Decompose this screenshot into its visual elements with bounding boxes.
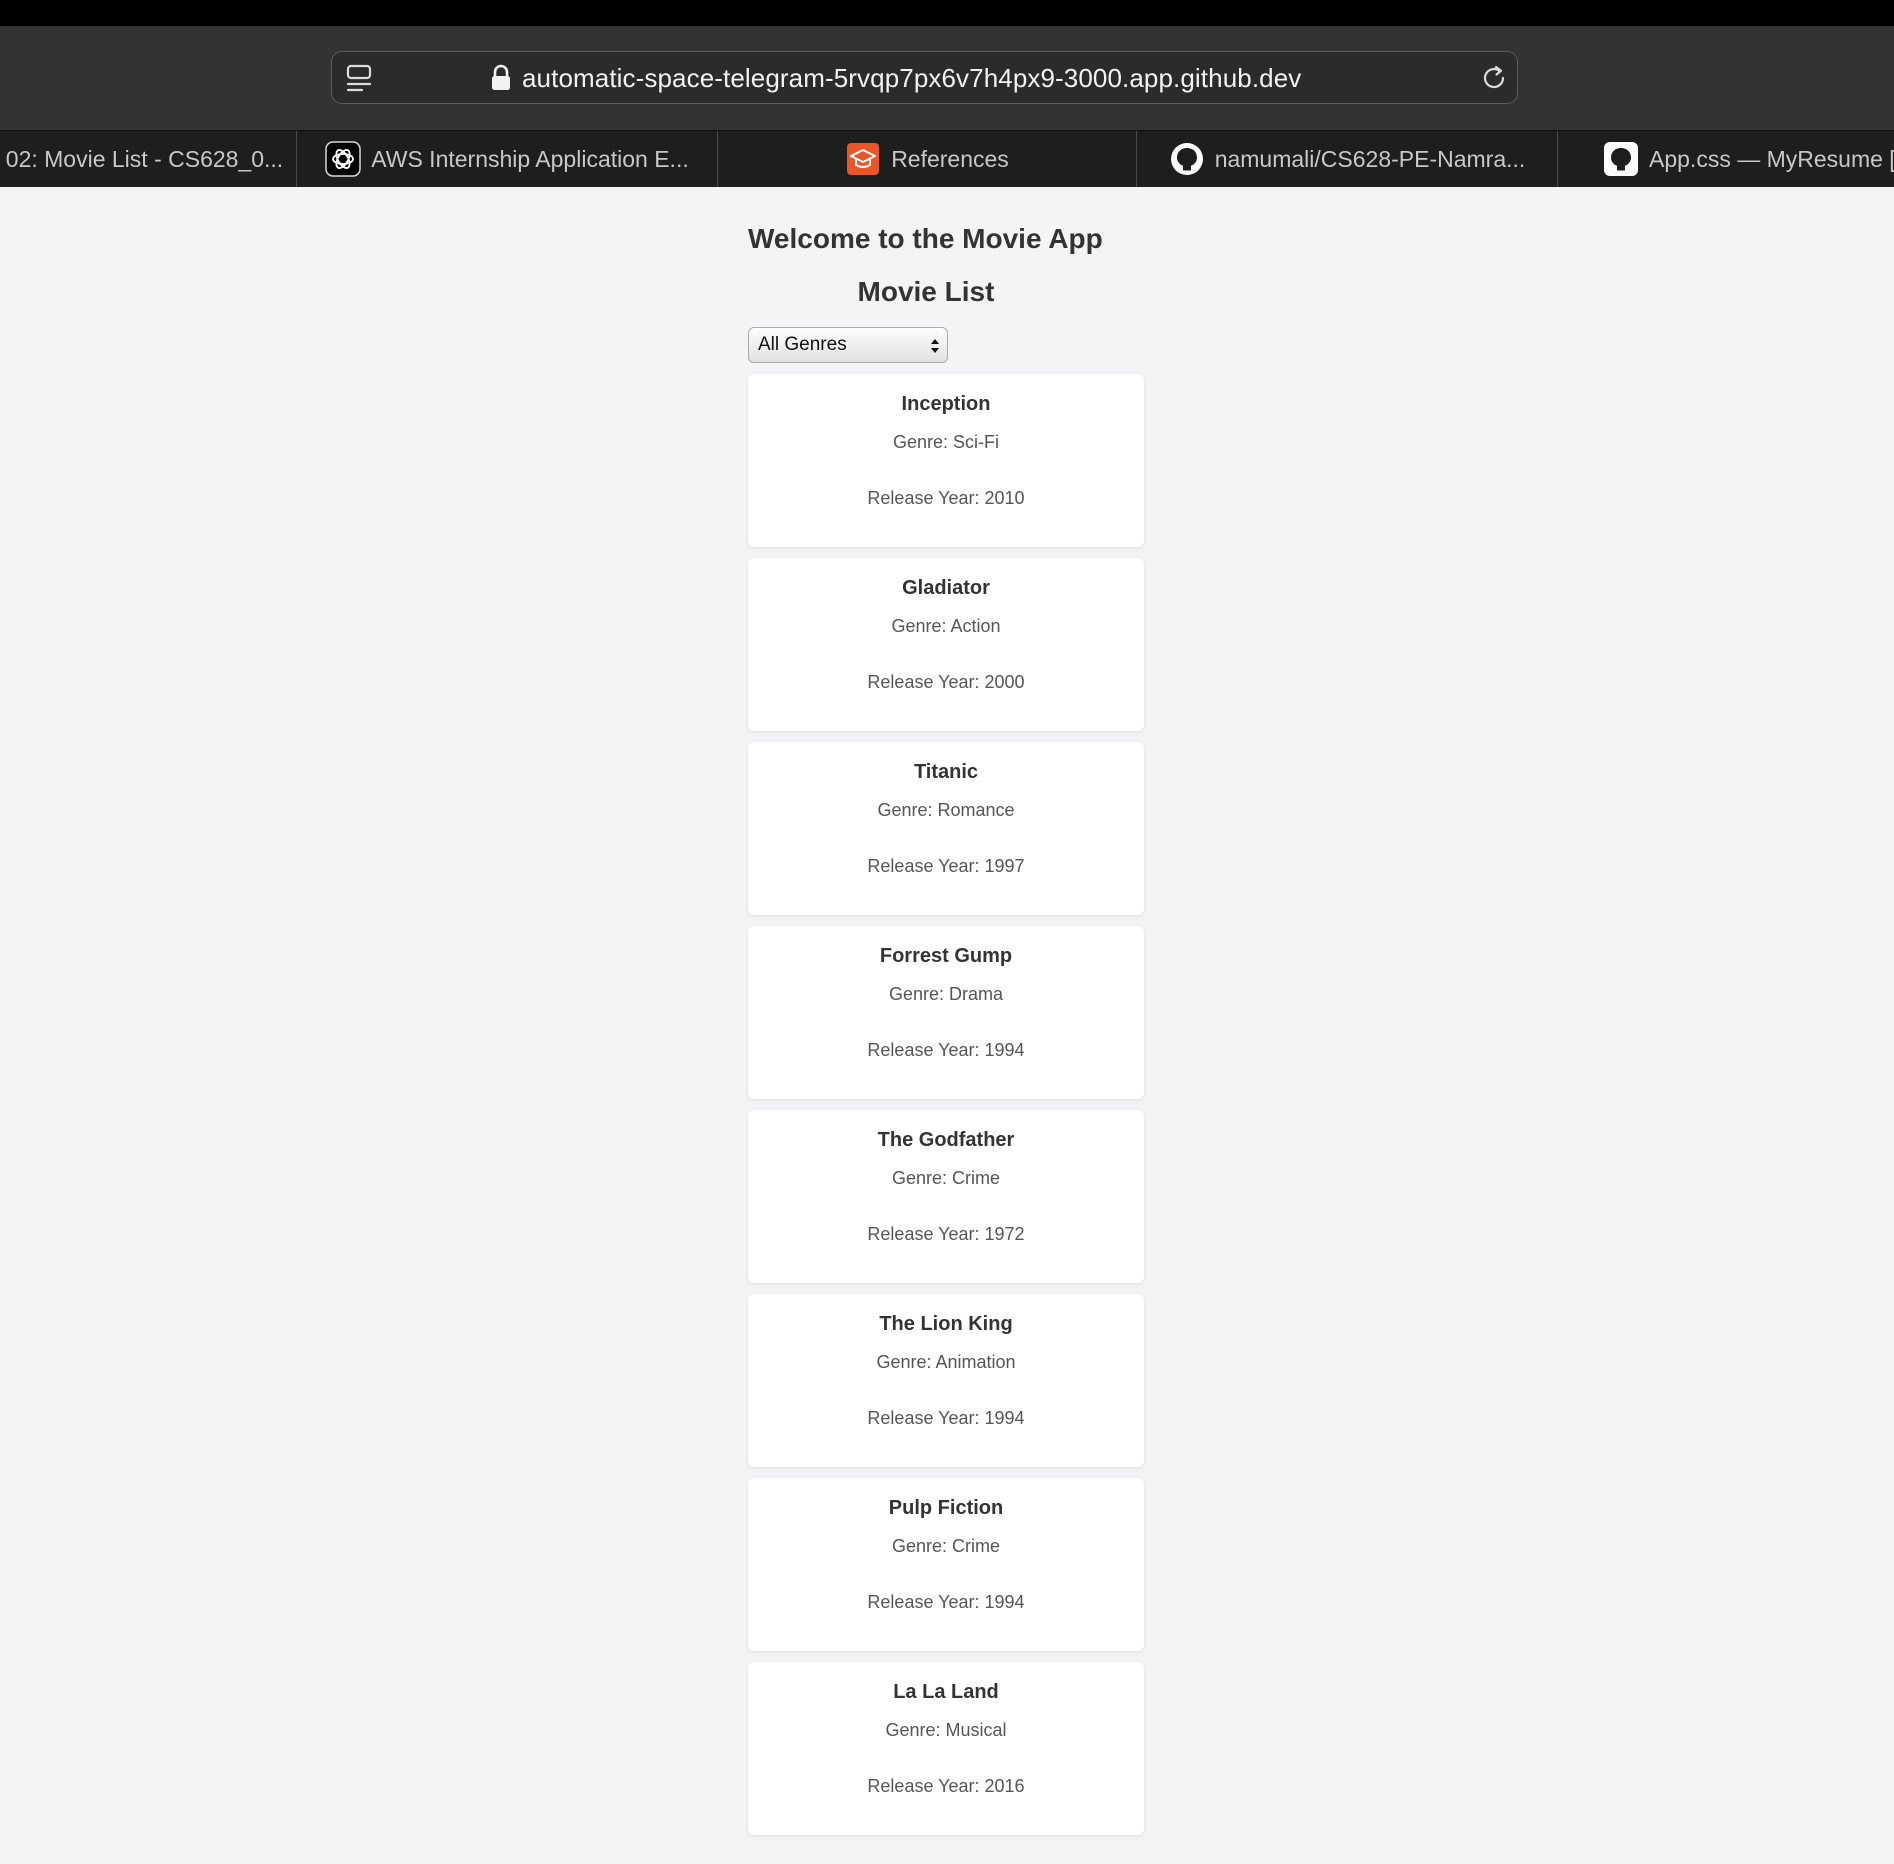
tab-movie-list[interactable]: 02: Movie List - CS628_0... [0, 131, 297, 187]
tab-label: References [891, 145, 1009, 172]
tab-bar: 02: Movie List - CS628_0... AWS Internsh… [0, 130, 1894, 187]
movie-genre: Genre: Action [891, 616, 1001, 636]
movie-release-year: Release Year: 1994 [867, 1592, 1025, 1612]
movie-genre: Genre: Animation [876, 1352, 1016, 1372]
movie-title: Forrest Gump [879, 945, 1013, 967]
github-icon [1170, 143, 1203, 175]
movie-genre: Genre: Sci-Fi [892, 432, 1000, 452]
movie-genre: Genre: Crime [891, 1536, 1001, 1556]
movie-release-year: Release Year: 2016 [867, 1776, 1025, 1796]
movie-release-year: Release Year: 1994 [867, 1040, 1025, 1060]
movie-title: Pulp Fiction [888, 1497, 1004, 1519]
page-title: Welcome to the Movie App [748, 223, 1103, 254]
reload-icon[interactable] [1479, 63, 1509, 93]
movie-genre: Genre: Musical [885, 1720, 1007, 1740]
tab-app-css[interactable]: App.css — MyResume [C [1558, 131, 1894, 187]
movie-release-year: Release Year: 1997 [867, 856, 1025, 876]
genre-filter-select[interactable]: All Genres [748, 327, 948, 363]
chatgpt-icon [325, 141, 361, 177]
movie-card: La La Land Genre: Musical Release Year: … [748, 1662, 1144, 1835]
movie-list: Inception Genre: Sci-Fi Release Year: 20… [748, 374, 1144, 1846]
url-display[interactable]: automatic-space-telegram-5rvqp7px6v7h4px… [490, 62, 1301, 94]
movie-title: Inception [901, 393, 991, 415]
tab-label: App.css — MyResume [C [1649, 145, 1894, 172]
movie-release-year: Release Year: 1994 [867, 1408, 1025, 1428]
movie-title: The Lion King [879, 1313, 1013, 1335]
movie-card: Gladiator Genre: Action Release Year: 20… [748, 558, 1144, 731]
tab-references[interactable]: References [718, 131, 1136, 187]
tab-label: namumali/CS628-PE-Namra... [1214, 145, 1526, 172]
movie-card: The Lion King Genre: Animation Release Y… [748, 1294, 1144, 1467]
tab-label: 02: Movie List - CS628_0... [5, 145, 284, 172]
github-icon [1604, 142, 1638, 176]
movie-card: The Godfather Genre: Crime Release Year:… [748, 1110, 1144, 1283]
tab-label: AWS Internship Application E... [371, 145, 689, 172]
movie-card: Inception Genre: Sci-Fi Release Year: 20… [748, 374, 1144, 547]
movie-title: Gladiator [902, 577, 990, 599]
movie-card: Titanic Genre: Romance Release Year: 199… [748, 742, 1144, 915]
tab-github-repo[interactable]: namumali/CS628-PE-Namra... [1137, 131, 1557, 187]
movie-title: The Godfather [877, 1129, 1015, 1151]
movie-release-year: Release Year: 2000 [867, 672, 1025, 692]
movie-genre: Genre: Crime [891, 1168, 1001, 1188]
movie-genre: Genre: Romance [877, 800, 1015, 820]
window-top-strip [0, 0, 1894, 26]
movie-title: Titanic [913, 761, 979, 783]
movie-card: Forrest Gump Genre: Drama Release Year: … [748, 926, 1144, 1099]
movie-title: La La Land [893, 1681, 999, 1703]
movie-genre: Genre: Drama [888, 984, 1004, 1004]
movie-release-year: Release Year: 2010 [867, 488, 1025, 508]
movie-list-heading: Movie List [857, 276, 995, 307]
select-arrows-icon [931, 339, 939, 353]
tab-aws-internship[interactable]: AWS Internship Application E... [297, 131, 717, 187]
url-text: automatic-space-telegram-5rvqp7px6v7h4px… [522, 62, 1302, 93]
graduation-cap-icon [847, 143, 880, 175]
sidebar-icon[interactable] [345, 62, 375, 94]
movie-card: Pulp Fiction Genre: Crime Release Year: … [748, 1478, 1144, 1651]
movie-release-year: Release Year: 1972 [867, 1224, 1025, 1244]
genre-filter-value: All Genres [758, 334, 847, 355]
lock-icon [492, 64, 510, 90]
